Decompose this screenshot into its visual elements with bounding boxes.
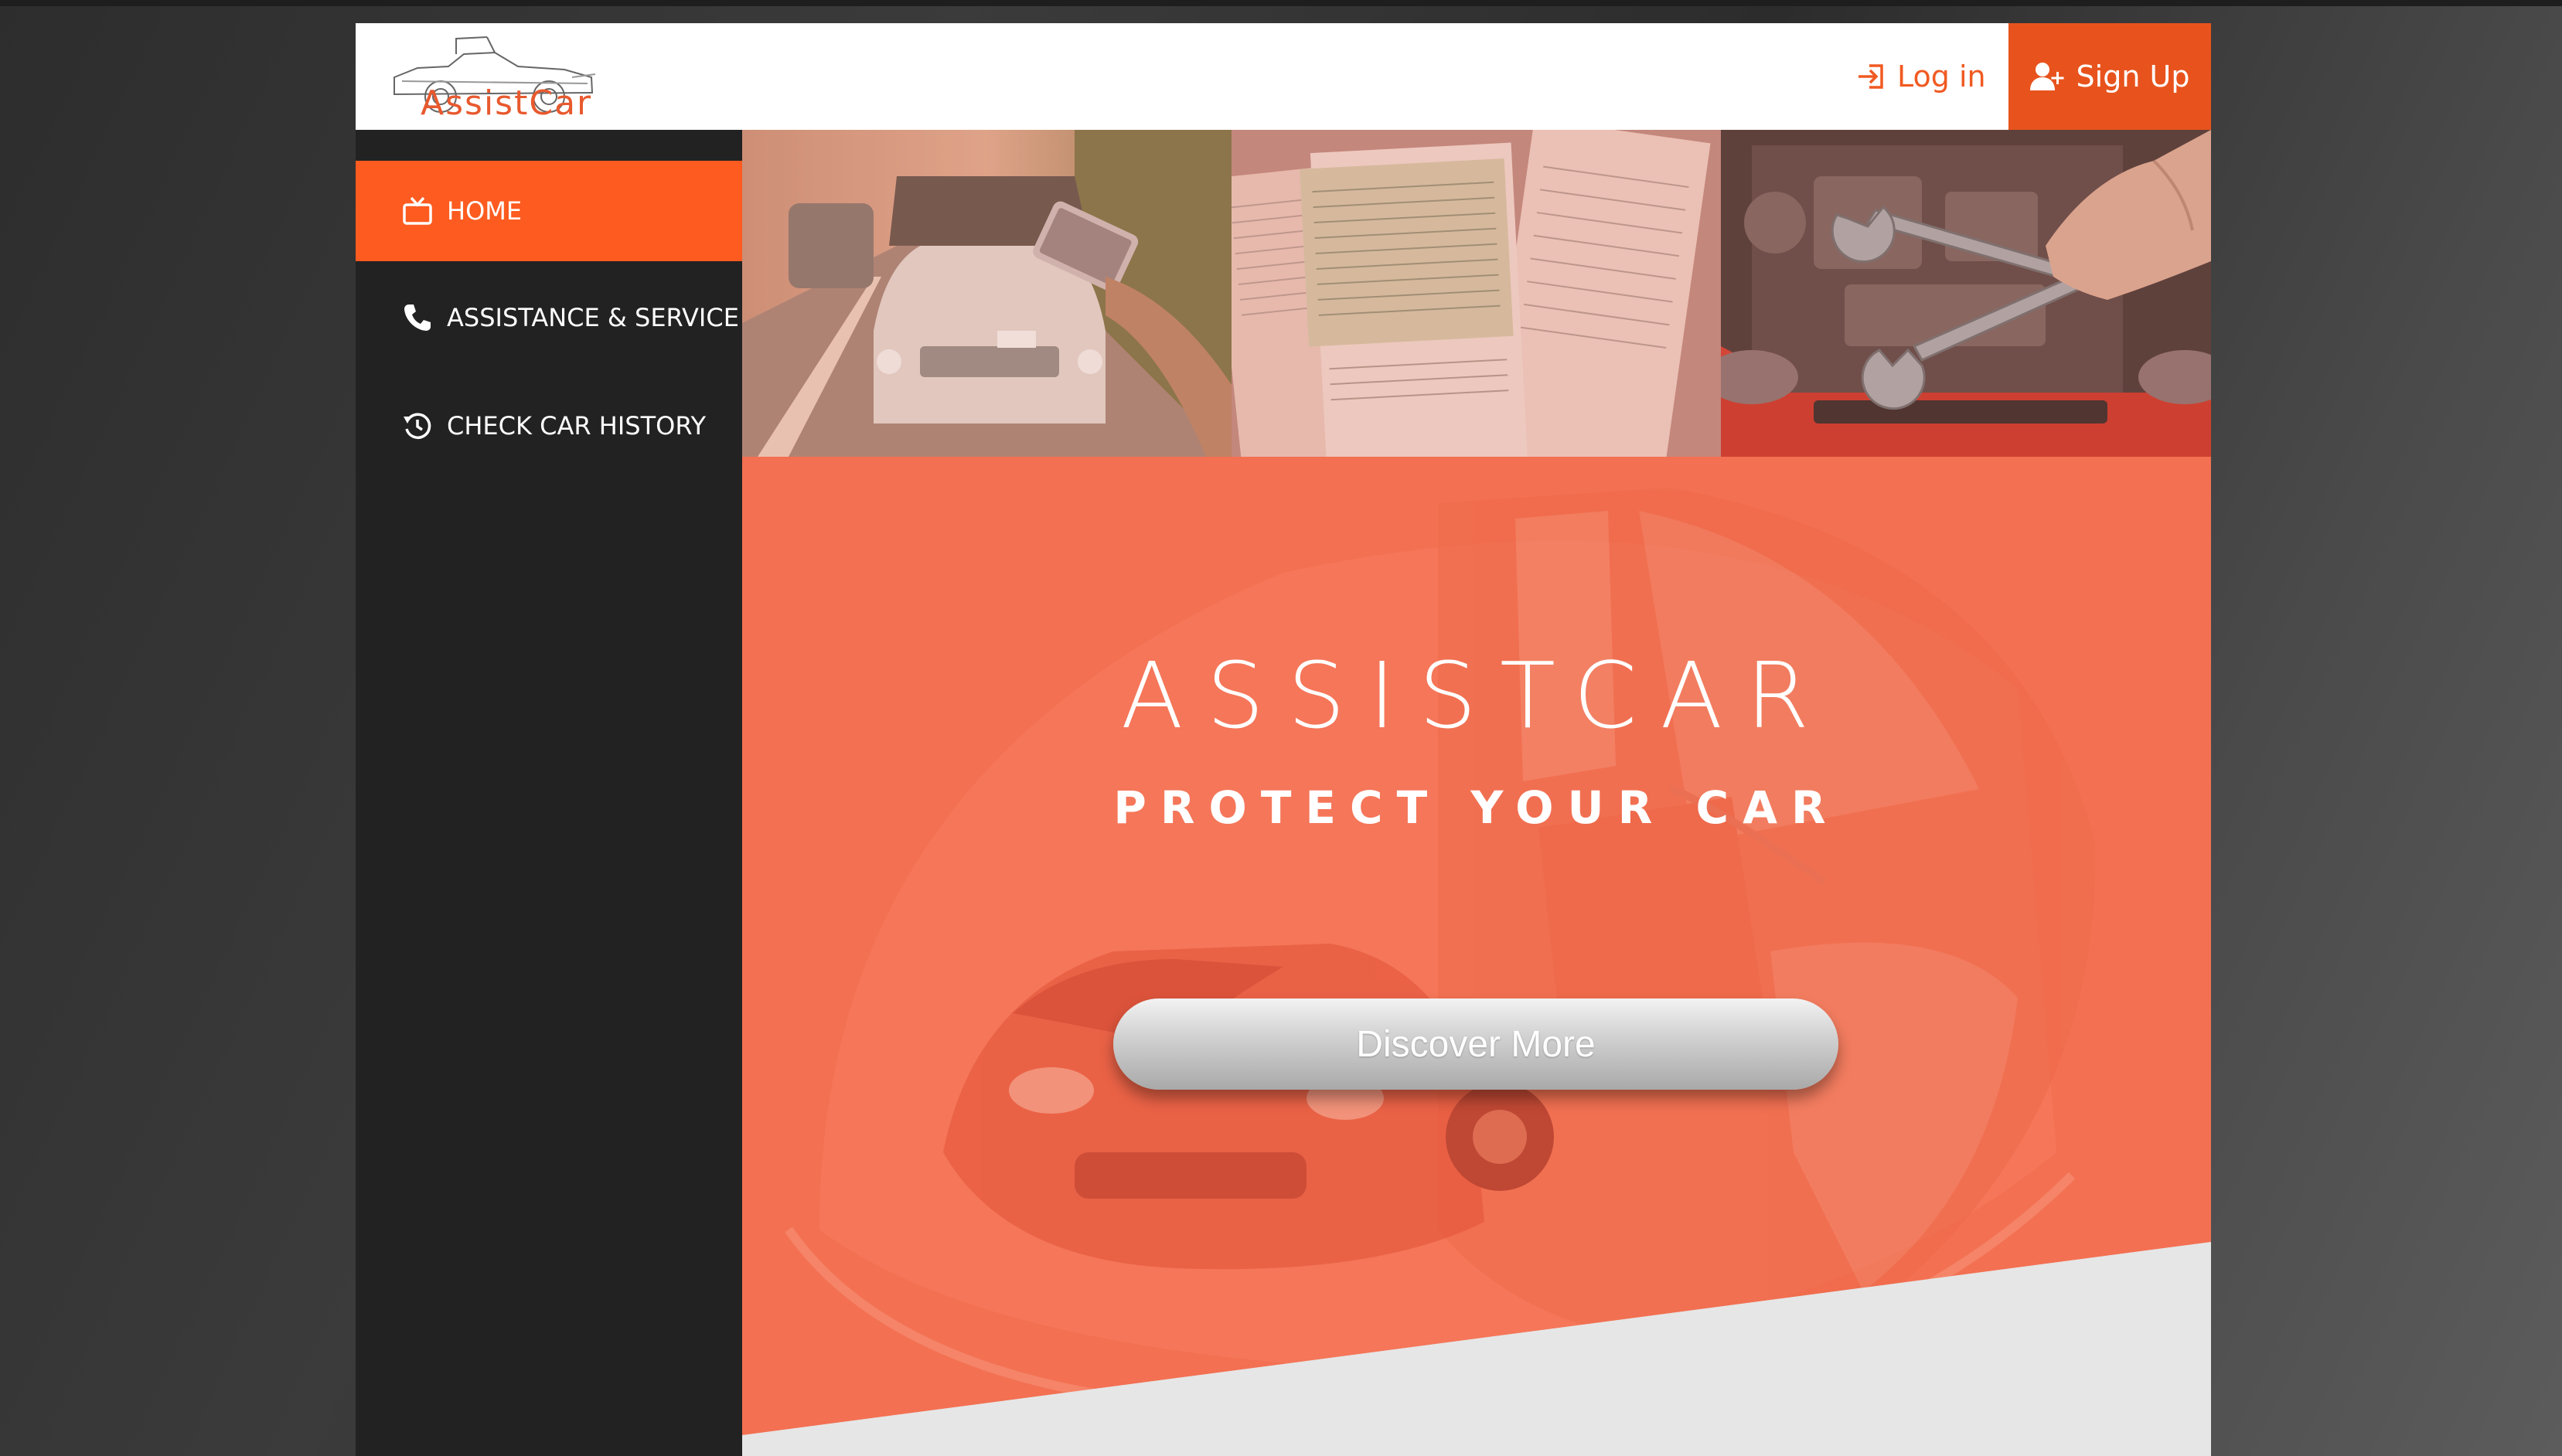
add-user-icon: [2029, 63, 2064, 90]
login-label: Log in: [1897, 60, 1986, 94]
hero-section: ASSISTCAR PROTECT YOUR CAR Discover More: [742, 457, 2211, 1456]
phone-icon: [400, 301, 434, 335]
photo-breakdown: [742, 130, 1232, 457]
signup-button[interactable]: Sign Up: [2008, 23, 2211, 130]
logo-text: AssistCar: [421, 83, 593, 123]
logo[interactable]: AssistCar: [371, 23, 603, 130]
photo-strip: [742, 130, 2211, 457]
history-icon: [400, 409, 434, 443]
diagonal-section-divider: [742, 1242, 2211, 1456]
tv-icon: [400, 194, 434, 228]
page: AssistCar Log in Sign Up HOME ASSISTANCE…: [356, 23, 2211, 1456]
signup-label: Sign Up: [2076, 60, 2190, 94]
login-icon: [1858, 64, 1883, 89]
photo-engine-repair: [1721, 130, 2211, 457]
sidebar-item-assistance[interactable]: ASSISTANCE & SERVICE: [356, 267, 742, 368]
window-top-edge: [0, 0, 2562, 6]
sidebar: HOME ASSISTANCE & SERVICE CHECK CAR HIST…: [356, 130, 742, 1456]
sidebar-item-home[interactable]: HOME: [356, 161, 742, 261]
sidebar-item-check-history[interactable]: CHECK CAR HISTORY: [356, 376, 742, 476]
photo-documents: [1232, 130, 1721, 457]
sidebar-item-label: HOME: [447, 196, 523, 226]
header: AssistCar Log in Sign Up: [356, 23, 2211, 130]
sidebar-item-label: CHECK CAR HISTORY: [447, 411, 707, 441]
login-link[interactable]: Log in: [1855, 23, 1986, 130]
sidebar-item-label: ASSISTANCE & SERVICE: [447, 303, 739, 332]
